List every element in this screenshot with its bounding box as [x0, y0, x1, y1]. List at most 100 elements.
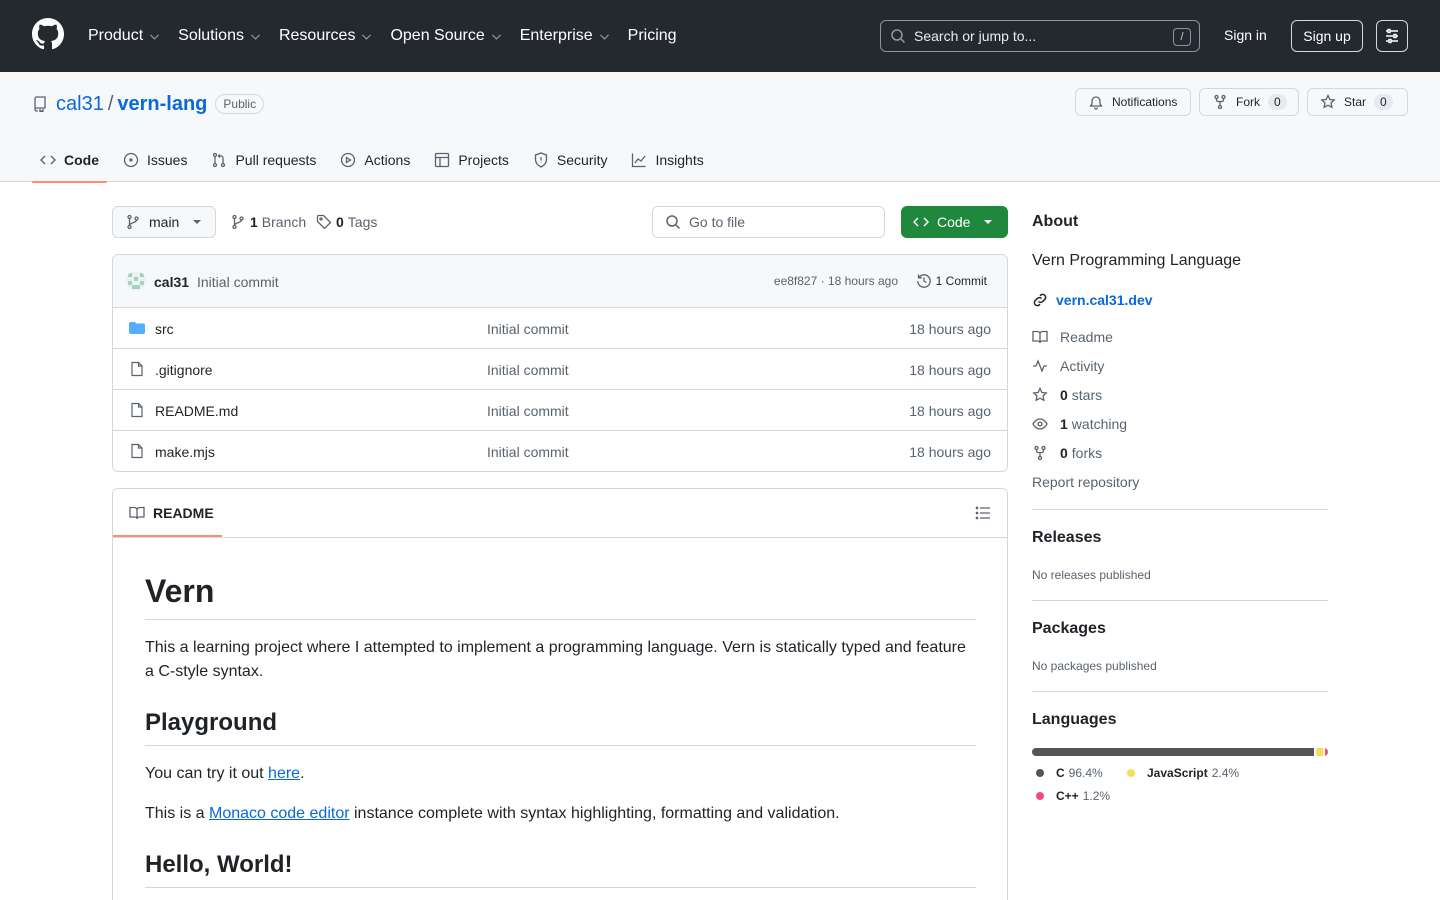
star-button[interactable]: Star 0 [1307, 88, 1408, 116]
tags-link[interactable]: 0 Tags [316, 214, 377, 230]
sign-up-button[interactable]: Sign up [1291, 20, 1363, 52]
fork-button[interactable]: Fork 0 [1199, 88, 1299, 116]
star-icon [1032, 387, 1048, 402]
notifications-label: Notifications [1112, 95, 1178, 109]
languages-title: Languages [1032, 711, 1117, 728]
file-name-link[interactable]: .gitignore [155, 362, 213, 378]
file-commit-message[interactable]: Initial commit [487, 321, 569, 337]
branch-selector[interactable]: main [112, 206, 216, 238]
go-to-file-input[interactable]: Go to file [652, 206, 885, 238]
readme-tab-underline [113, 535, 222, 537]
file-commit-message[interactable]: Initial commit [487, 362, 569, 378]
commit-message-link[interactable]: Initial commit [197, 274, 279, 290]
caret-down-icon [193, 220, 201, 224]
nav-resources[interactable]: Resources [279, 27, 373, 45]
readme-panel: README Vern This a learning project wher… [112, 488, 1008, 900]
tab-actions[interactable]: Actions [332, 138, 418, 182]
tab-insights[interactable]: Insights [623, 138, 711, 182]
bell-icon [1089, 96, 1103, 110]
repo-owner-link[interactable]: cal31 [56, 93, 104, 116]
tab-actions-label: Actions [364, 152, 411, 168]
branch-name: main [149, 214, 180, 230]
nav-enterprise[interactable]: Enterprise [520, 27, 611, 45]
global-search-input[interactable]: Search or jump to... / [880, 20, 1200, 52]
language-percent: 1.2% [1082, 789, 1111, 803]
language-percent: 2.4% [1211, 766, 1240, 780]
file-commit-message[interactable]: Initial commit [487, 444, 569, 460]
link-icon [1033, 293, 1047, 307]
language-javascript[interactable]: JavaScript 2.4% [1127, 766, 1239, 780]
caret-down-icon [984, 220, 992, 224]
sliders-icon [1386, 28, 1398, 44]
tab-projects[interactable]: Projects [426, 138, 517, 182]
file-commit-time: 18 hours ago [909, 444, 991, 460]
file-name-link[interactable]: src [155, 321, 174, 337]
fork-count: 0 [1268, 94, 1287, 110]
nav-solutions[interactable]: Solutions [178, 27, 262, 45]
report-repository-link[interactable]: Report repository [1032, 474, 1139, 490]
readme-tab[interactable]: README [129, 505, 214, 521]
file-name-link[interactable]: README.md [155, 403, 238, 419]
file-commit-time: 18 hours ago [909, 403, 991, 419]
file-row[interactable]: .gitignore Initial commit 18 hours ago [113, 349, 1007, 390]
readme-link[interactable]: Readme [1032, 329, 1113, 345]
commits-history-link[interactable]: 1 Commit [916, 273, 987, 289]
file-list: cal31 Initial commit ee8f827 · 18 hours … [112, 254, 1008, 472]
activity-link[interactable]: Activity [1032, 358, 1104, 374]
language-percent: 96.4% [1068, 766, 1103, 780]
code-dropdown-button[interactable]: Code [901, 206, 1008, 238]
watchers-link[interactable]: 1 watching [1032, 416, 1127, 432]
tab-issues[interactable]: Issues [115, 138, 195, 182]
tab-code-label: Code [64, 152, 99, 168]
fork-label: Fork [1236, 95, 1260, 109]
sign-in-link[interactable]: Sign in [1224, 27, 1267, 43]
go-to-file-placeholder: Go to file [689, 214, 746, 230]
book-icon [129, 506, 145, 520]
history-icon [916, 274, 931, 288]
about-title: About [1032, 213, 1079, 230]
website-link[interactable]: vern.cal31.dev [1032, 292, 1153, 308]
commit-hash-link[interactable]: ee8f827 · 18 hours ago [774, 274, 898, 288]
repo-sidebar: About Vern Programming Language vern.cal… [1032, 212, 1328, 803]
branches-link[interactable]: 1 Branch [230, 214, 306, 230]
releases-title[interactable]: Releases [1032, 529, 1101, 547]
nav-open-source[interactable]: Open Source [390, 27, 502, 45]
settings-menu-button[interactable] [1376, 20, 1408, 52]
monaco-editor-link[interactable]: Monaco code editor [209, 805, 350, 822]
file-row[interactable]: make.mjs Initial commit 18 hours ago [113, 431, 1007, 471]
issue-icon [123, 152, 139, 168]
star-count: 0 [1374, 94, 1393, 110]
repo-name-link[interactable]: vern-lang [117, 93, 207, 116]
book-icon [1032, 330, 1048, 344]
tab-projects-label: Projects [458, 152, 509, 168]
avatar[interactable] [126, 271, 146, 291]
github-logo-icon[interactable] [32, 18, 64, 50]
star-label: Star [1344, 95, 1367, 109]
star-icon [1320, 94, 1336, 109]
language-c[interactable]: C 96.4% [1036, 766, 1103, 780]
file-row[interactable]: README.md Initial commit 18 hours ago [113, 390, 1007, 431]
commit-author-link[interactable]: cal31 [154, 274, 189, 290]
nav-enterprise-label: Enterprise [519, 27, 593, 44]
tab-security[interactable]: Security [525, 138, 616, 182]
stars-link[interactable]: 0 stars [1032, 387, 1102, 403]
playground-here-link[interactable]: here [268, 765, 300, 782]
nav-product[interactable]: Product [88, 27, 161, 45]
nav-pricing[interactable]: Pricing [628, 27, 677, 45]
file-row[interactable]: src Initial commit 18 hours ago [113, 308, 1007, 349]
nav-product-label: Product [88, 27, 144, 44]
code-icon [913, 217, 929, 227]
monaco-text-after: instance complete with syntax highlighti… [349, 805, 840, 822]
file-name-link[interactable]: make.mjs [155, 444, 215, 460]
tab-code[interactable]: Code [32, 138, 107, 183]
list-unordered-icon[interactable] [975, 505, 991, 521]
repo-icon [34, 96, 46, 112]
tab-pull-requests[interactable]: Pull requests [203, 138, 324, 182]
forks-link[interactable]: 0 forks [1032, 445, 1102, 461]
notifications-button[interactable]: Notifications [1075, 88, 1191, 116]
language-cpp[interactable]: C++ 1.2% [1036, 789, 1110, 803]
packages-title[interactable]: Packages [1032, 620, 1106, 638]
play-icon [341, 152, 356, 168]
language-bar-segment-c [1032, 748, 1314, 756]
file-commit-message[interactable]: Initial commit [487, 403, 569, 419]
